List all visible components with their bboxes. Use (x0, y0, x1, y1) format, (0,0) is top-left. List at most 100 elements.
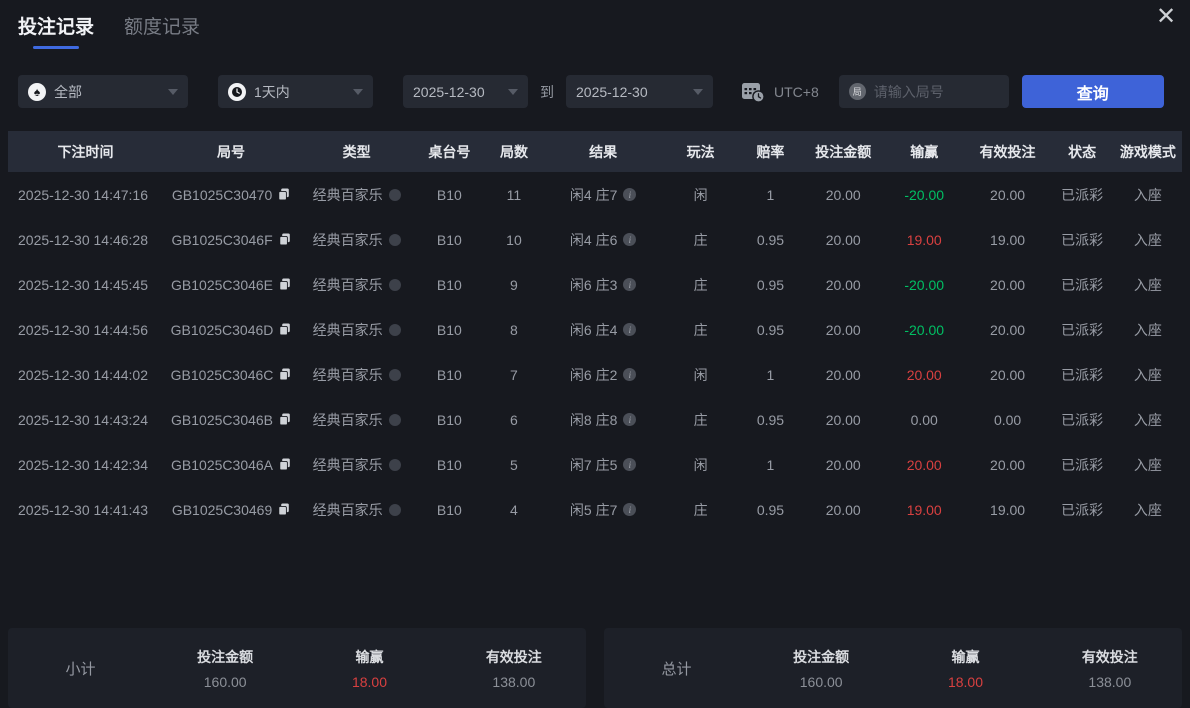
table-row: 2025-12-30 14:44:02 GB1025C3046C 经典百家乐 B10 7… (8, 352, 1182, 397)
table-row: 2025-12-30 14:41:43 GB1025C30469 经典百家乐 B10 4… (8, 487, 1182, 532)
cell-mode: 入座 (1133, 456, 1162, 473)
cell-bet: 20.00 (825, 366, 861, 383)
cell-type: 经典百家乐 (299, 500, 414, 520)
cell-type: 经典百家乐 (299, 230, 414, 250)
cell-mode: 入座 (1133, 321, 1162, 338)
cell-win_loss: 20.00 (906, 366, 942, 383)
copy-icon[interactable] (279, 458, 291, 471)
col-header-valid_bet: 有效投注 (979, 143, 1036, 160)
col-header-play: 玩法 (686, 143, 715, 160)
cell-round_id: GB1025C3046F (163, 232, 299, 248)
result-info-icon[interactable]: i (623, 368, 637, 381)
tab-quota-records[interactable]: 额度记录 (124, 12, 200, 49)
result-info-icon[interactable]: i (623, 323, 637, 336)
cell-type: 经典百家乐 (299, 365, 414, 385)
top-tab-bar: 投注记录 额度记录 ✕ (0, 0, 1190, 49)
col-header-type: 类型 (342, 143, 371, 160)
table-row: 2025-12-30 14:43:24 GB1025C3046B 经典百家乐 B10 6… (8, 397, 1182, 442)
game-type-select[interactable]: ♠ 全部 (18, 75, 188, 108)
copy-icon[interactable] (278, 188, 290, 201)
cell-bet: 20.00 (825, 456, 861, 473)
result-info-icon[interactable]: i (623, 458, 637, 471)
cell-round_no: 8 (510, 321, 518, 338)
col-header-result: 结果 (589, 143, 618, 160)
date-to-select[interactable]: 2025-12-30 (566, 75, 713, 108)
cell-valid_bet: 20.00 (990, 366, 1026, 383)
cell-round_id: GB1025C30469 (163, 502, 299, 518)
copy-icon[interactable] (278, 503, 290, 516)
copy-icon[interactable] (278, 233, 291, 246)
result-info-icon[interactable]: i (623, 413, 637, 426)
cell-status: 已派彩 (1061, 276, 1104, 293)
cell-play: 庄 (693, 411, 708, 428)
spade-icon: ♠ (28, 82, 46, 101)
total-bet-amount: 投注金额 160.00 (793, 648, 850, 690)
cell-time: 2025-12-30 14:46:28 (18, 231, 148, 248)
col-header-win_loss: 输赢 (910, 143, 939, 160)
cell-round_no: 10 (506, 231, 522, 248)
total-panel: 总计 投注金额 160.00 输赢 18.00 有效投注 138.00 (604, 628, 1182, 708)
cell-round_id: GB1025C3046A (163, 457, 299, 473)
cell-play: 庄 (693, 501, 708, 518)
filter-bar: ♠ 全部 1天内 2025-12-30 到 2025-12-30 UTC+8 局… (0, 75, 1190, 108)
copy-icon[interactable] (279, 413, 291, 426)
cell-win_loss: -20.00 (904, 186, 945, 203)
cell-time: 2025-12-30 14:44:02 (18, 366, 148, 383)
table-body: 2025-12-30 14:47:16 GB1025C30470 经典百家乐 B10 1… (8, 172, 1182, 532)
cell-odds: 1 (766, 366, 775, 383)
tab-quota-records-label: 额度记录 (124, 17, 201, 38)
total-valid-bet: 有效投注 138.00 (1081, 648, 1138, 690)
date-from-value: 2025-12-30 (413, 83, 485, 100)
chevron-down-icon (693, 88, 703, 95)
game-type-dot-icon (388, 458, 401, 471)
copy-icon[interactable] (279, 323, 291, 336)
cell-table_no: B10 (436, 501, 462, 518)
cell-status: 已派彩 (1061, 366, 1104, 383)
game-type-dot-icon (388, 278, 401, 291)
result-info-icon[interactable]: i (623, 278, 637, 291)
cell-type: 经典百家乐 (299, 410, 414, 430)
active-tab-underline (33, 46, 79, 49)
cell-round_id: GB1025C30470 (163, 187, 299, 203)
query-button[interactable]: 查询 (1021, 75, 1164, 108)
copy-icon[interactable] (279, 278, 291, 291)
cell-play: 闲 (693, 366, 708, 383)
cell-type: 经典百家乐 (299, 320, 414, 340)
cell-result: 闲6 庄4 i (543, 320, 663, 340)
date-from-select[interactable]: 2025-12-30 (403, 75, 528, 108)
result-info-icon[interactable]: i (623, 233, 637, 246)
cell-status: 已派彩 (1061, 501, 1104, 518)
tab-bet-records[interactable]: 投注记录 (18, 12, 94, 49)
round-number-input[interactable]: 局 请输入局号 (838, 75, 1009, 108)
cell-time: 2025-12-30 14:45:45 (18, 276, 148, 293)
close-icon[interactable]: ✕ (1152, 2, 1180, 30)
date-to-value: 2025-12-30 (576, 83, 648, 100)
tab-bet-records-label: 投注记录 (18, 17, 95, 38)
cell-table_no: B10 (436, 231, 462, 248)
col-header-table_no: 桌台号 (428, 143, 471, 160)
table-row: 2025-12-30 14:42:34 GB1025C3046A 经典百家乐 B10 5… (8, 442, 1182, 487)
cell-table_no: B10 (436, 276, 462, 293)
cell-round_no: 11 (506, 186, 522, 203)
timezone-indicator: UTC+8 (741, 81, 819, 103)
col-header-mode: 游戏模式 (1119, 143, 1176, 160)
cell-odds: 1 (766, 456, 775, 473)
copy-icon[interactable] (279, 368, 291, 381)
cell-result: 闲7 庄5 i (543, 455, 663, 475)
subtotal-panel: 小计 投注金额 160.00 输赢 18.00 有效投注 138.00 (8, 628, 586, 708)
result-info-icon[interactable]: i (623, 188, 637, 201)
game-type-dot-icon (388, 233, 401, 246)
cell-result: 闲6 庄2 i (543, 365, 663, 385)
subtotal-bet-amount: 投注金额 160.00 (197, 648, 254, 690)
subtotal-valid-bet: 有效投注 138.00 (485, 648, 542, 690)
time-range-select[interactable]: 1天内 (218, 75, 373, 108)
col-header-round_id: 局号 (217, 143, 246, 160)
cell-type: 经典百家乐 (299, 455, 414, 475)
cell-round_no: 5 (510, 456, 518, 473)
cell-odds: 0.95 (756, 231, 785, 248)
table-header-row: 下注时间 局号 类型 桌台号 局数 结果 玩法 赔率 投注金额 输赢 有效投注 状态 游戏模式 (8, 131, 1182, 172)
col-header-bet: 投注金额 (815, 143, 872, 160)
cell-bet: 20.00 (825, 411, 861, 428)
cell-win_loss: 19.00 (906, 501, 942, 518)
result-info-icon[interactable]: i (623, 503, 637, 516)
